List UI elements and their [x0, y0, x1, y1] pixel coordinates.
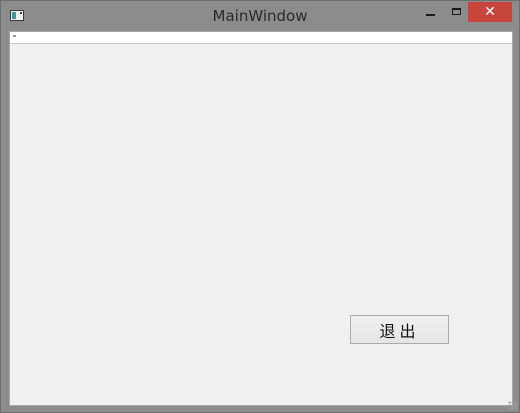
minimize-button[interactable]	[419, 2, 441, 22]
menu-bar[interactable]	[10, 32, 512, 44]
window-title: MainWindow	[212, 7, 308, 25]
close-button[interactable]: ✕	[468, 2, 512, 22]
title-bar[interactable]: MainWindow ✕	[1, 1, 519, 31]
client-area: 退出	[9, 31, 513, 406]
maximize-icon	[451, 7, 461, 15]
size-grip-icon[interactable]	[508, 401, 517, 410]
minimize-icon	[425, 14, 435, 16]
main-window: MainWindow ✕ 退出	[0, 0, 520, 413]
maximize-button[interactable]	[445, 2, 467, 22]
close-icon: ✕	[484, 4, 496, 20]
quit-button[interactable]: 退出	[350, 315, 449, 344]
menu-grip-icon	[13, 35, 16, 37]
